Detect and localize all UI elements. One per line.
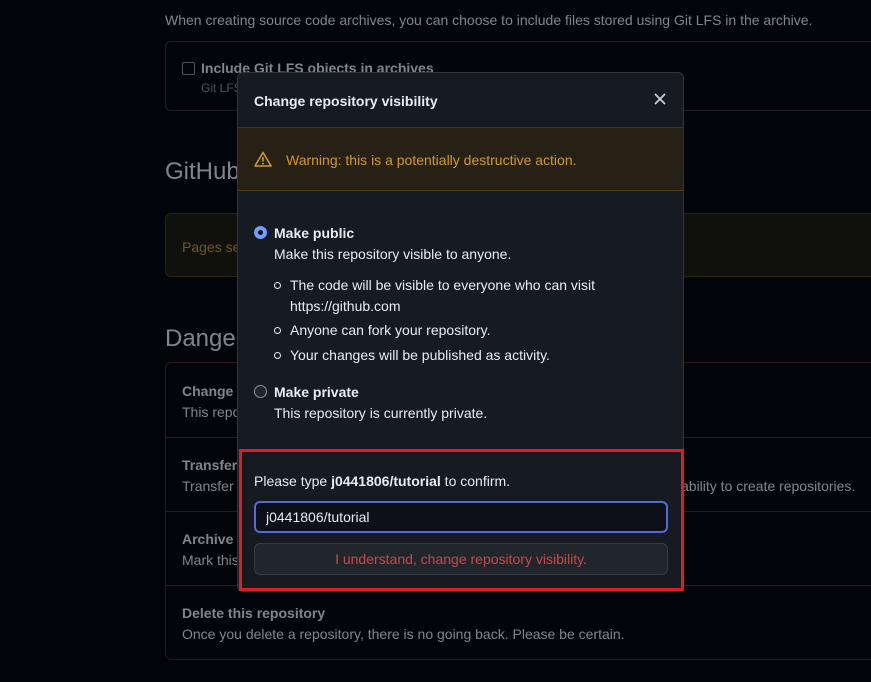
confirm-repo-name: j0441806/tutorial	[331, 473, 441, 489]
alert-icon	[254, 151, 272, 167]
pages-heading: GitHub	[165, 158, 240, 185]
change-visibility-dialog: Change repository visibility Warning: th…	[237, 72, 684, 592]
confirm-suffix: to confirm.	[440, 473, 511, 489]
make-private-label[interactable]: Make private	[274, 384, 359, 400]
confirm-repo-input[interactable]	[254, 501, 668, 533]
dialog-title: Change repository visibility	[254, 93, 438, 109]
danger-row-desc: This repo	[182, 404, 241, 420]
warning-text: Warning: this is a potentially destructi…	[286, 152, 577, 168]
bullet-marker	[274, 352, 281, 359]
danger-row-desc-tail: ability to create repositories.	[681, 478, 856, 494]
make-private-desc: This repository is currently private.	[274, 405, 488, 421]
close-icon	[654, 93, 666, 105]
public-bullet-activity: Your changes will be published as activi…	[290, 347, 550, 363]
confirm-prefix: Please type	[254, 473, 332, 489]
confirm-section: Please type j0441806/tutorial to confirm…	[238, 450, 683, 591]
bullet-marker	[274, 327, 281, 334]
make-public-desc: Make this repository visible to anyone.	[274, 246, 512, 262]
visibility-options: Make public Make this repository visible…	[238, 191, 683, 451]
public-bullet-fork: Anyone can fork your repository.	[290, 322, 491, 338]
danger-zone-heading: Danger	[165, 325, 244, 352]
dialog-header: Change repository visibility	[238, 73, 683, 128]
make-public-label[interactable]: Make public	[274, 225, 354, 241]
confirm-change-visibility-button[interactable]: I understand, change repository visibili…	[254, 543, 668, 575]
danger-row-title: Change r	[182, 383, 243, 399]
bullet-marker	[274, 282, 281, 289]
public-bullet-code-visible: The code will be visible to everyone who…	[290, 277, 596, 314]
danger-row-title: Archive t	[182, 531, 242, 547]
danger-row-desc: Once you delete a repository, there is n…	[182, 626, 625, 642]
close-button[interactable]	[651, 90, 669, 108]
make-private-radio[interactable]	[254, 385, 267, 398]
lfs-checkbox[interactable]	[182, 62, 195, 75]
lfs-checkbox-desc: Git LFS	[201, 81, 242, 95]
confirm-instruction: Please type j0441806/tutorial to confirm…	[254, 473, 510, 489]
danger-row-title: Delete this repository	[182, 605, 326, 621]
danger-row-desc: Transfer t	[182, 478, 242, 494]
danger-row-desc: Mark this	[182, 552, 239, 568]
make-public-radio[interactable]	[254, 226, 267, 239]
pages-notice-text: Pages set	[182, 239, 245, 255]
warning-banner: Warning: this is a potentially destructi…	[238, 128, 683, 191]
danger-row-delete: Delete this repository Once you delete a…	[166, 585, 871, 659]
lfs-intro-text: When creating source code archives, you …	[165, 12, 813, 28]
danger-row-title: Transfer	[182, 457, 238, 473]
